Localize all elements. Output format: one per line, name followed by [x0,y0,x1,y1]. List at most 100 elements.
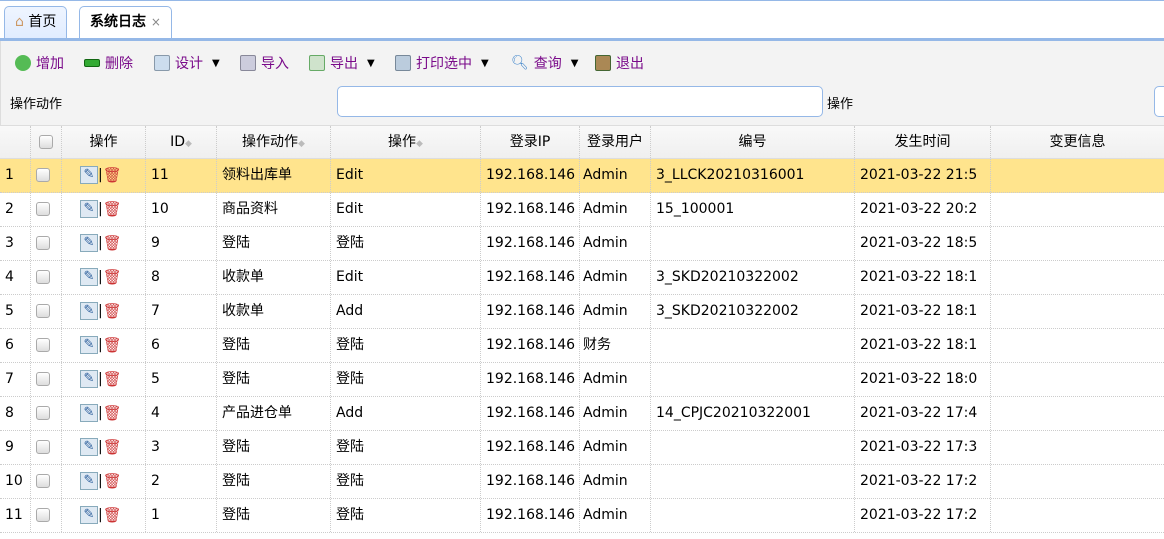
delete-button[interactable]: 删除 [84,52,133,74]
trash-icon[interactable]: 🗑︎ [103,301,122,321]
cell-time: 2021-03-22 18:1 [855,329,991,362]
row-checkbox[interactable] [31,397,62,430]
chevron-down-icon: ▼ [570,57,579,69]
cell-op: 登陆 [331,363,481,396]
edit-icon[interactable]: ✎ [80,166,98,184]
table-row[interactable]: 2 ✎ |🗑︎ 10 商品资料 Edit 192.168.146 Admin 15… [0,193,1164,227]
row-checkbox[interactable] [31,499,62,532]
cell-id: 3 [146,431,217,464]
trash-icon[interactable]: 🗑︎ [103,335,122,355]
cell-op: 登陆 [331,227,481,260]
row-checkbox[interactable] [31,261,62,294]
row-checkbox[interactable] [31,193,62,226]
header-change-info[interactable]: 变更信息 [991,126,1164,158]
design-button[interactable]: 设计 ▼ [154,52,220,74]
header-action[interactable]: 操作动作◆ [217,126,331,158]
action-filter-input[interactable] [337,86,823,117]
exit-door-icon [595,55,611,71]
cell-id: 7 [146,295,217,328]
row-checkbox[interactable] [31,227,62,260]
cell-ip: 192.168.146 [481,397,580,430]
row-checkbox[interactable] [31,329,62,362]
cell-code [651,431,855,464]
cell-time: 2021-03-22 18:5 [855,227,991,260]
cell-ip: 192.168.146 [481,295,580,328]
row-checkbox[interactable] [31,159,62,192]
trash-icon[interactable]: 🗑︎ [103,505,122,525]
cell-time: 2021-03-22 17:4 [855,397,991,430]
trash-icon[interactable]: 🗑︎ [103,403,122,423]
header-op[interactable]: 操作◆ [331,126,481,158]
edit-icon[interactable]: ✎ [80,200,98,218]
home-icon: ⌂ [15,14,24,30]
table-row[interactable]: 7 ✎ |🗑︎ 5 登陆 登陆 192.168.146 Admin 2021-03… [0,363,1164,397]
tab-system-log[interactable]: 系统日志 × [79,6,172,40]
trash-icon[interactable]: 🗑︎ [103,267,122,287]
select-all-checkbox[interactable] [31,126,62,158]
header-time[interactable]: 发生时间 [855,126,991,158]
edit-icon[interactable]: ✎ [80,336,98,354]
table-row[interactable]: 6 ✎ |🗑︎ 6 登陆 登陆 192.168.146 财务 2021-03-22… [0,329,1164,363]
table-row[interactable]: 3 ✎ |🗑︎ 9 登陆 登陆 192.168.146 Admin 2021-03… [0,227,1164,261]
cell-id: 1 [146,499,217,532]
exit-button[interactable]: 退出 [595,52,644,74]
cell-ip: 192.168.146 [481,499,580,532]
header-label: 操作 [388,134,417,150]
print-button[interactable]: 打印选中 ▼ [395,52,489,74]
table-header: 操作 ID◆ 操作动作◆ 操作◆ 登录IP 登录用户 编号 发生时间 变更信息 [0,125,1164,159]
row-actions: ✎ |🗑︎ [62,363,146,396]
edit-icon[interactable]: ✎ [80,234,98,252]
trash-icon[interactable]: 🗑︎ [103,165,122,185]
cell-time: 2021-03-22 18:1 [855,261,991,294]
edit-icon[interactable]: ✎ [80,404,98,422]
edit-icon[interactable]: ✎ [80,472,98,490]
excel-icon [309,55,325,71]
trash-icon[interactable]: 🗑︎ [103,369,122,389]
table-row[interactable]: 5 ✎ |🗑︎ 7 收款单 Add 192.168.146 Admin 3_SKD… [0,295,1164,329]
trash-icon[interactable]: 🗑︎ [103,233,122,253]
trash-icon[interactable]: 🗑︎ [103,471,122,491]
cell-action: 登陆 [217,431,331,464]
close-icon[interactable]: × [151,15,161,29]
header-id[interactable]: ID◆ [146,126,217,158]
op-filter-input[interactable] [1154,86,1164,117]
row-checkbox[interactable] [31,363,62,396]
row-actions: ✎ |🗑︎ [62,227,146,260]
query-button[interactable]: 🔍︎ 查询 ▼ [511,52,578,74]
import-button[interactable]: 导入 [240,52,289,74]
table-row[interactable]: 4 ✎ |🗑︎ 8 收款单 Edit 192.168.146 Admin 3_SK… [0,261,1164,295]
cell-code [651,329,855,362]
trash-icon[interactable]: 🗑︎ [103,437,122,457]
row-number: 3 [0,227,31,260]
row-number: 2 [0,193,31,226]
table-row[interactable]: 10 ✎ |🗑︎ 2 登陆 登陆 192.168.146 Admin 2021-0… [0,465,1164,499]
add-button[interactable]: 增加 [15,52,64,74]
query-label: 查询 [533,56,562,72]
edit-icon[interactable]: ✎ [80,506,98,524]
cell-action: 收款单 [217,295,331,328]
edit-icon[interactable]: ✎ [80,302,98,320]
row-checkbox[interactable] [31,465,62,498]
table-row[interactable]: 11 ✎ |🗑︎ 1 登陆 登陆 192.168.146 Admin 2021-0… [0,499,1164,533]
cell-user: Admin [580,193,651,226]
cell-change-info [991,329,1164,362]
row-checkbox[interactable] [31,295,62,328]
cell-change-info [991,193,1164,226]
row-actions: ✎ |🗑︎ [62,261,146,294]
cell-action: 登陆 [217,363,331,396]
header-user[interactable]: 登录用户 [580,126,651,158]
edit-icon[interactable]: ✎ [80,370,98,388]
header-actions: 操作 [62,126,146,158]
edit-icon[interactable]: ✎ [80,268,98,286]
header-ip[interactable]: 登录IP [481,126,580,158]
edit-icon[interactable]: ✎ [80,438,98,456]
export-button[interactable]: 导出 ▼ [309,52,375,74]
row-checkbox[interactable] [31,431,62,464]
trash-icon[interactable]: 🗑︎ [103,199,122,219]
header-code[interactable]: 编号 [651,126,855,158]
plus-circle-icon [15,55,31,71]
table-row[interactable]: 9 ✎ |🗑︎ 3 登陆 登陆 192.168.146 Admin 2021-03… [0,431,1164,465]
tab-home[interactable]: ⌂ 首页 [4,6,68,39]
table-row[interactable]: 1 ✎ |🗑︎ 11 领料出库单 Edit 192.168.146 Admin 3… [0,159,1164,193]
table-row[interactable]: 8 ✎ |🗑︎ 4 产品进仓单 Add 192.168.146 Admin 14_… [0,397,1164,431]
